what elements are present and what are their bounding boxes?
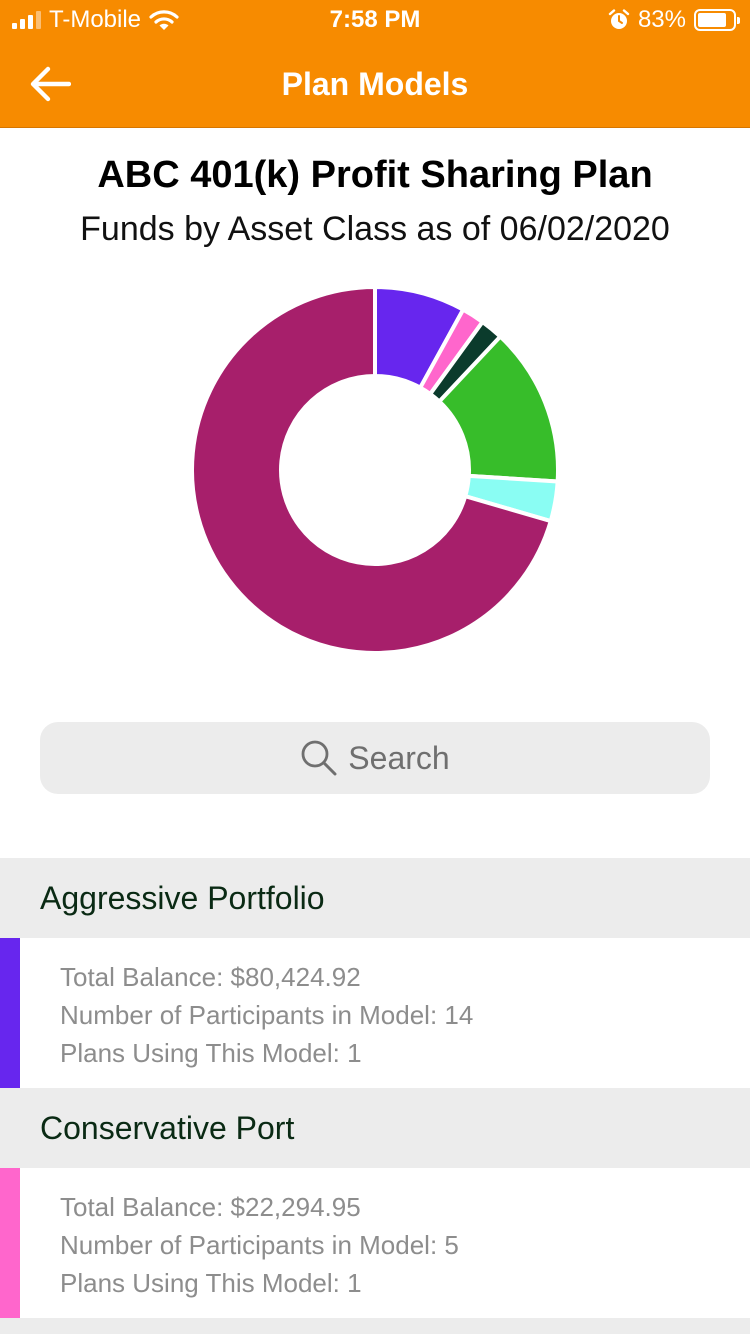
model-color-bar [0,938,20,1088]
model-card-conservative[interactable]: Total Balance: $22,294.95 Number of Part… [0,1168,750,1318]
status-bar: T-Mobile 7:58 PM 83% [0,0,750,40]
model-card-aggressive[interactable]: Total Balance: $80,424.92 Number of Part… [0,938,750,1088]
battery-icon [694,9,740,31]
model-header-conservative: Conservative Port [0,1088,750,1168]
participant-count: Number of Participants in Model: 14 [60,1000,474,1030]
plan-name: ABC 401(k) Profit Sharing Plan [97,154,653,196]
navigation-bar: Plan Models [0,40,750,128]
asset-class-donut-chart [190,284,560,655]
top-bar: T-Mobile 7:58 PM 83% Plan Models [0,0,750,128]
model-list: Aggressive Portfolio Total Balance: $80,… [0,858,750,1334]
battery-percent: 83% [637,6,686,33]
list-continuation [0,1318,750,1334]
total-balance: Total Balance: $80,424.92 [60,962,361,992]
status-right: 83% [608,6,740,34]
plans-count: Plans Using This Model: 1 [60,1268,362,1298]
search-bar[interactable]: Search [40,722,710,794]
battery-fill [698,13,727,27]
page-title: Plan Models [281,66,469,102]
total-balance: Total Balance: $22,294.95 [60,1192,361,1222]
alarm-icon [608,9,630,29]
model-color-bar [0,1168,20,1318]
plans-count: Plans Using This Model: 1 [60,1038,362,1068]
search-icon [301,740,337,776]
chart-subtitle: Funds by Asset Class as of 06/02/2020 [80,210,670,248]
participant-count: Number of Participants in Model: 5 [60,1230,459,1260]
model-header-aggressive: Aggressive Portfolio [0,858,750,938]
search-placeholder: Search [348,739,450,776]
